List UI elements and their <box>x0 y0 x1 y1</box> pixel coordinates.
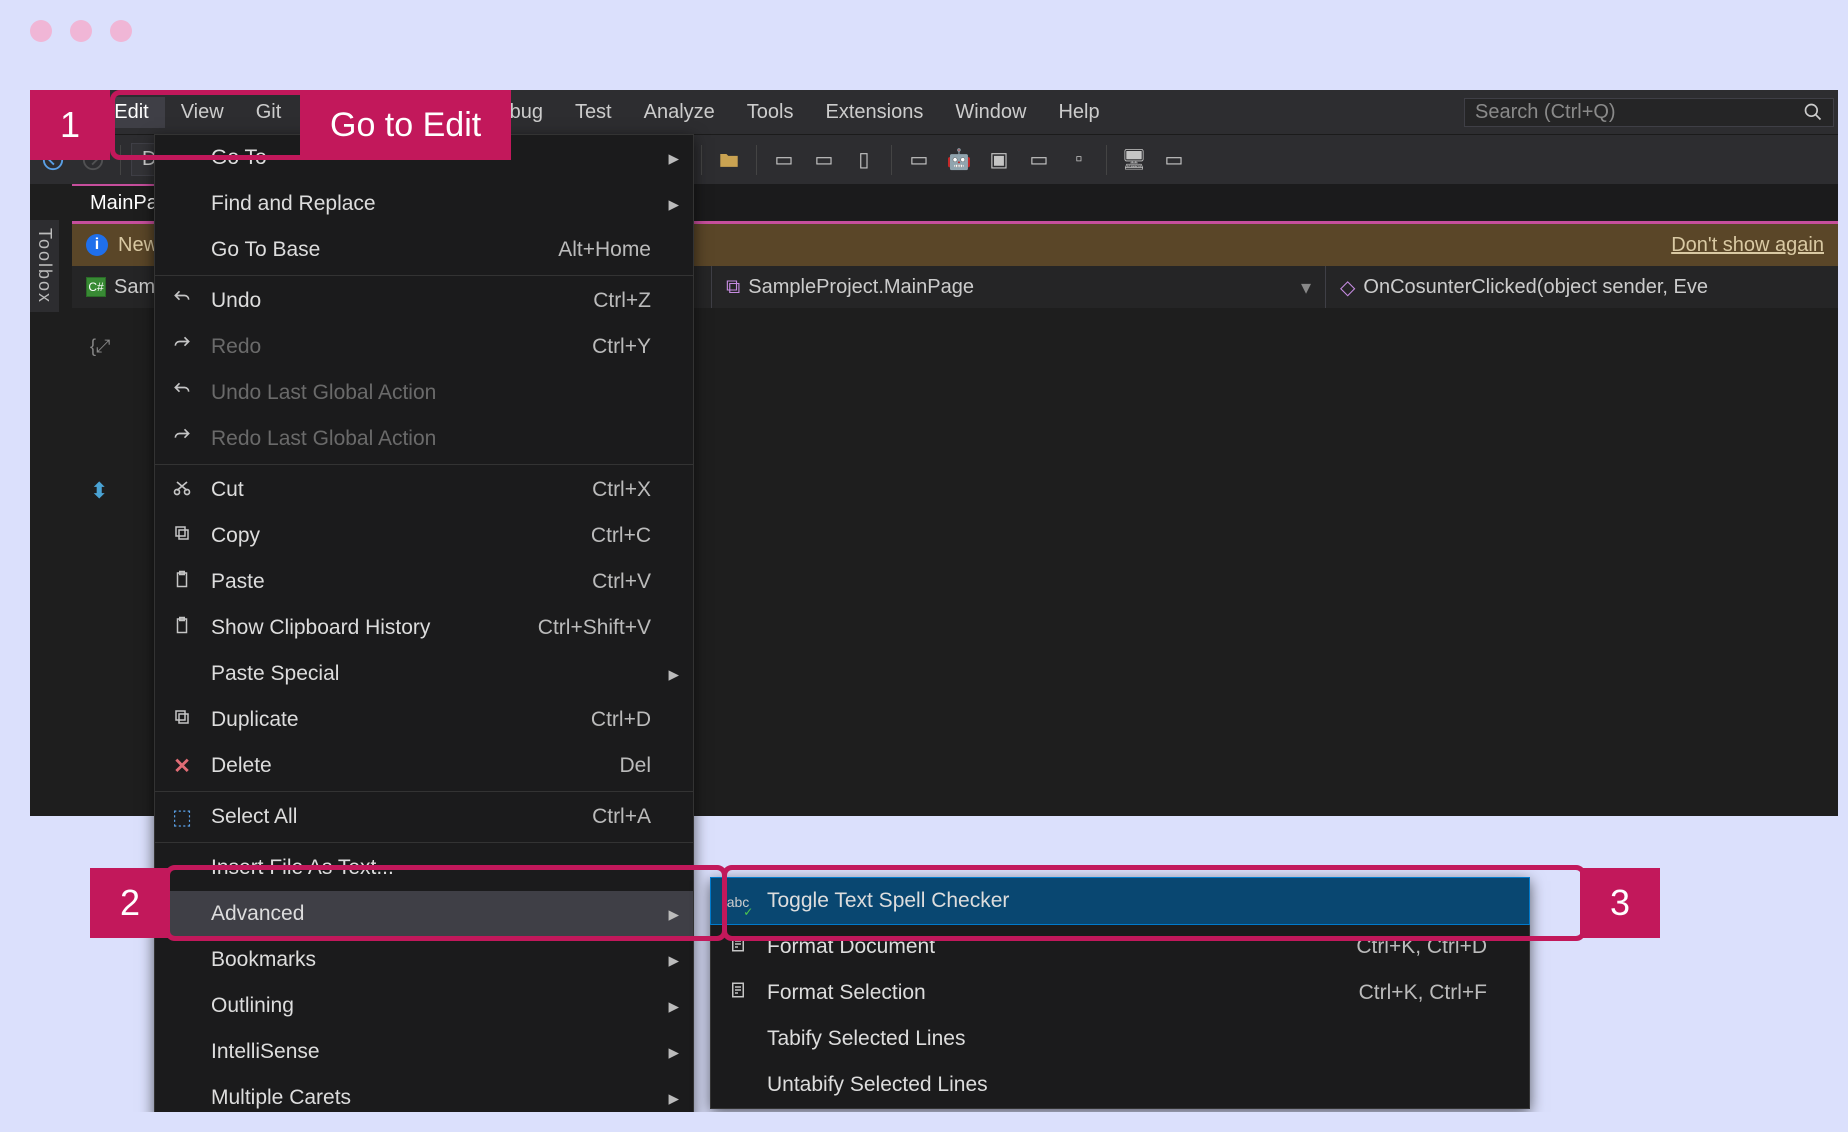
cut-icon <box>169 477 195 503</box>
callout-step-2: 2 <box>90 868 170 938</box>
edit-menu-item-redo: RedoCtrl+Y <box>155 324 693 370</box>
class-icon: ⧉ <box>726 276 740 299</box>
edit-menu-item-select-all[interactable]: ⬚Select AllCtrl+A <box>155 794 693 840</box>
advanced-menu-item-untabify-selected-lines[interactable]: Untabify Selected Lines <box>711 1062 1529 1108</box>
menu-test[interactable]: Test <box>559 97 628 128</box>
menu-analyze[interactable]: Analyze <box>628 97 731 128</box>
callout-step-1: 1 <box>30 90 110 160</box>
csharp-project-icon: C# <box>86 277 106 297</box>
undo-icon <box>169 288 195 314</box>
edit-menu-item-go-to-base[interactable]: Go To BaseAlt+Home <box>155 227 693 273</box>
menu-help[interactable]: Help <box>1042 97 1115 128</box>
callout-box-advanced <box>165 865 727 941</box>
device-laptop-icon[interactable]: ▭ <box>1157 143 1191 177</box>
edit-menu-item-copy[interactable]: CopyCtrl+C <box>155 513 693 559</box>
nav-class[interactable]: ⧉ SampleProject.MainPage ▾ <box>712 266 1326 308</box>
advanced-menu-item-tabify-selected-lines[interactable]: Tabify Selected Lines <box>711 1016 1529 1062</box>
visual-studio-window: File Edit View Git Project Build Debug T… <box>30 90 1838 816</box>
info-dismiss-link[interactable]: Don't show again <box>1671 234 1824 257</box>
device-surface-icon[interactable]: ▭ <box>1022 143 1056 177</box>
callout-box-edit <box>110 90 310 160</box>
callout-box-toggle <box>722 865 1586 941</box>
edit-menu-item-cut[interactable]: CutCtrl+X <box>155 467 693 513</box>
nav-member-label: OnCosunterClicked(object sender, Eve <box>1363 276 1708 299</box>
nav-class-label: SampleProject.MainPage <box>748 276 974 299</box>
edit-menu-dropdown: Go To▸Find and Replace▸Go To BaseAlt+Hom… <box>154 134 694 1112</box>
nav-member[interactable]: ◇ OnCosunterClicked(object sender, Eve <box>1326 266 1838 308</box>
quick-search[interactable]: Search (Ctrl+Q) <box>1464 98 1834 127</box>
advanced-menu-item-format-selection[interactable]: Format SelectionCtrl+K, Ctrl+F <box>711 970 1529 1016</box>
device-desktop-icon[interactable]: 🖥 <box>1117 143 1151 177</box>
edit-menu-item-delete[interactable]: ✕DeleteDel <box>155 743 693 789</box>
device-android-icon[interactable]: 🤖 <box>942 143 976 177</box>
menu-tools[interactable]: Tools <box>731 97 810 128</box>
edit-menu-item-undo-last-global-action: Undo Last Global Action <box>155 370 693 416</box>
paste-icon <box>169 615 195 641</box>
open-folder-button[interactable] <box>712 143 746 177</box>
device-console-icon[interactable]: ▣ <box>982 143 1016 177</box>
delete-icon: ✕ <box>169 754 195 779</box>
device-phone-icon[interactable]: ▯ <box>847 143 881 177</box>
device-tablet-icon[interactable]: ▭ <box>902 143 936 177</box>
submenu-arrow-icon: ▸ <box>668 662 679 687</box>
submenu-arrow-icon: ▸ <box>668 1086 679 1111</box>
search-placeholder: Search (Ctrl+Q) <box>1475 101 1616 124</box>
device-small-icon[interactable]: ▫ <box>1062 143 1096 177</box>
device-preview1-icon[interactable]: ▭ <box>767 143 801 177</box>
doc-icon <box>725 980 751 1006</box>
copy-icon <box>169 524 195 548</box>
info-text: New <box>118 234 158 257</box>
edit-menu-item-undo[interactable]: UndoCtrl+Z <box>155 278 693 324</box>
info-icon: i <box>86 234 108 256</box>
device-preview2-icon[interactable]: ▭ <box>807 143 841 177</box>
redo-icon <box>169 334 195 360</box>
edit-menu-item-redo-last-global-action: Redo Last Global Action <box>155 416 693 462</box>
select-icon: ⬚ <box>169 805 195 830</box>
method-icon: ◇ <box>1340 275 1355 300</box>
menu-extensions[interactable]: Extensions <box>809 97 939 128</box>
edit-menu-item-paste[interactable]: PasteCtrl+V <box>155 559 693 605</box>
menu-window[interactable]: Window <box>939 97 1042 128</box>
edit-menu-item-intellisense[interactable]: IntelliSense▸ <box>155 1029 693 1075</box>
window-traffic-lights <box>30 20 132 42</box>
callout-step-3: 3 <box>1580 868 1660 938</box>
redo-icon <box>169 426 195 452</box>
toolbox-side-tab[interactable]: Toolbox <box>30 220 59 312</box>
edit-menu-item-find-and-replace[interactable]: Find and Replace▸ <box>155 181 693 227</box>
edit-menu-item-bookmarks[interactable]: Bookmarks▸ <box>155 937 693 983</box>
submenu-arrow-icon: ▸ <box>668 1040 679 1065</box>
edit-menu-item-show-clipboard-history[interactable]: Show Clipboard HistoryCtrl+Shift+V <box>155 605 693 651</box>
submenu-arrow-icon: ▸ <box>668 948 679 973</box>
undo-icon <box>169 380 195 406</box>
edit-menu-item-duplicate[interactable]: DuplicateCtrl+D <box>155 697 693 743</box>
submenu-arrow-icon: ▸ <box>668 146 679 171</box>
search-icon <box>1803 102 1823 122</box>
edit-menu-item-paste-special[interactable]: Paste Special▸ <box>155 651 693 697</box>
callout-go-to-edit: Go to Edit <box>300 90 511 160</box>
copy-icon <box>169 708 195 732</box>
submenu-arrow-icon: ▸ <box>668 994 679 1019</box>
paste-icon <box>169 569 195 595</box>
edit-menu-item-multiple-carets[interactable]: Multiple Carets▸ <box>155 1075 693 1112</box>
submenu-arrow-icon: ▸ <box>668 192 679 217</box>
edit-menu-item-outlining[interactable]: Outlining▸ <box>155 983 693 1029</box>
